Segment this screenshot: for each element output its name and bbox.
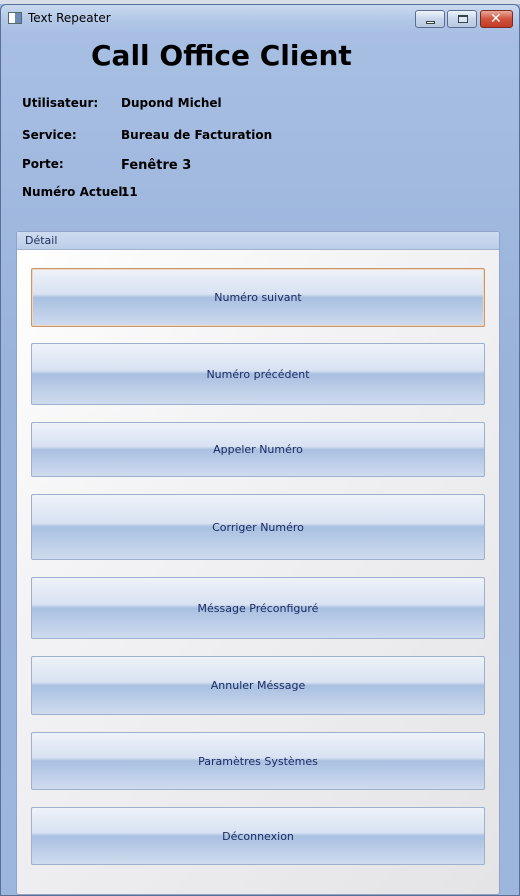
service-value: Bureau de Facturation bbox=[121, 128, 273, 142]
detail-groupbox: Détail bbox=[16, 231, 500, 895]
numero-actuel-value: 11 bbox=[121, 185, 138, 199]
page-title: Call Office Client bbox=[91, 39, 352, 72]
detail-header-label: Détail bbox=[25, 234, 58, 247]
cancel-message-button[interactable]: Annuler Méssage bbox=[31, 656, 485, 715]
title-bar[interactable]: Text Repeater ✕ bbox=[1, 5, 519, 33]
app-window: Text Repeater ✕ Call Office Client Utili… bbox=[0, 4, 520, 896]
system-settings-button[interactable]: Paramètres Systèmes bbox=[31, 732, 485, 790]
logout-button[interactable]: Déconnexion bbox=[31, 807, 485, 865]
minimize-icon bbox=[426, 21, 435, 24]
app-icon bbox=[8, 12, 22, 24]
minimize-button[interactable] bbox=[415, 10, 445, 28]
porte-label: Porte: bbox=[22, 157, 64, 171]
window-title: Text Repeater bbox=[28, 11, 111, 25]
user-value: Dupond Michel bbox=[121, 96, 222, 110]
preconfigured-message-button[interactable]: Méssage Préconfiguré bbox=[31, 577, 485, 639]
previous-number-button[interactable]: Numéro précédent bbox=[31, 343, 485, 405]
close-icon: ✕ bbox=[490, 11, 502, 27]
user-label: Utilisateur: bbox=[22, 96, 99, 110]
correct-number-button[interactable]: Corriger Numéro bbox=[31, 494, 485, 560]
maximize-icon bbox=[458, 15, 468, 23]
numero-actuel-label: Numéro Actuel: bbox=[22, 185, 128, 199]
detail-header: Détail bbox=[17, 232, 499, 250]
porte-value: Fenêtre 3 bbox=[121, 158, 192, 173]
next-number-button[interactable]: Numéro suivant bbox=[31, 268, 485, 327]
maximize-button[interactable] bbox=[447, 10, 477, 28]
service-label: Service: bbox=[22, 128, 77, 142]
call-number-button[interactable]: Appeler Numéro bbox=[31, 422, 485, 477]
close-button[interactable]: ✕ bbox=[480, 10, 513, 28]
